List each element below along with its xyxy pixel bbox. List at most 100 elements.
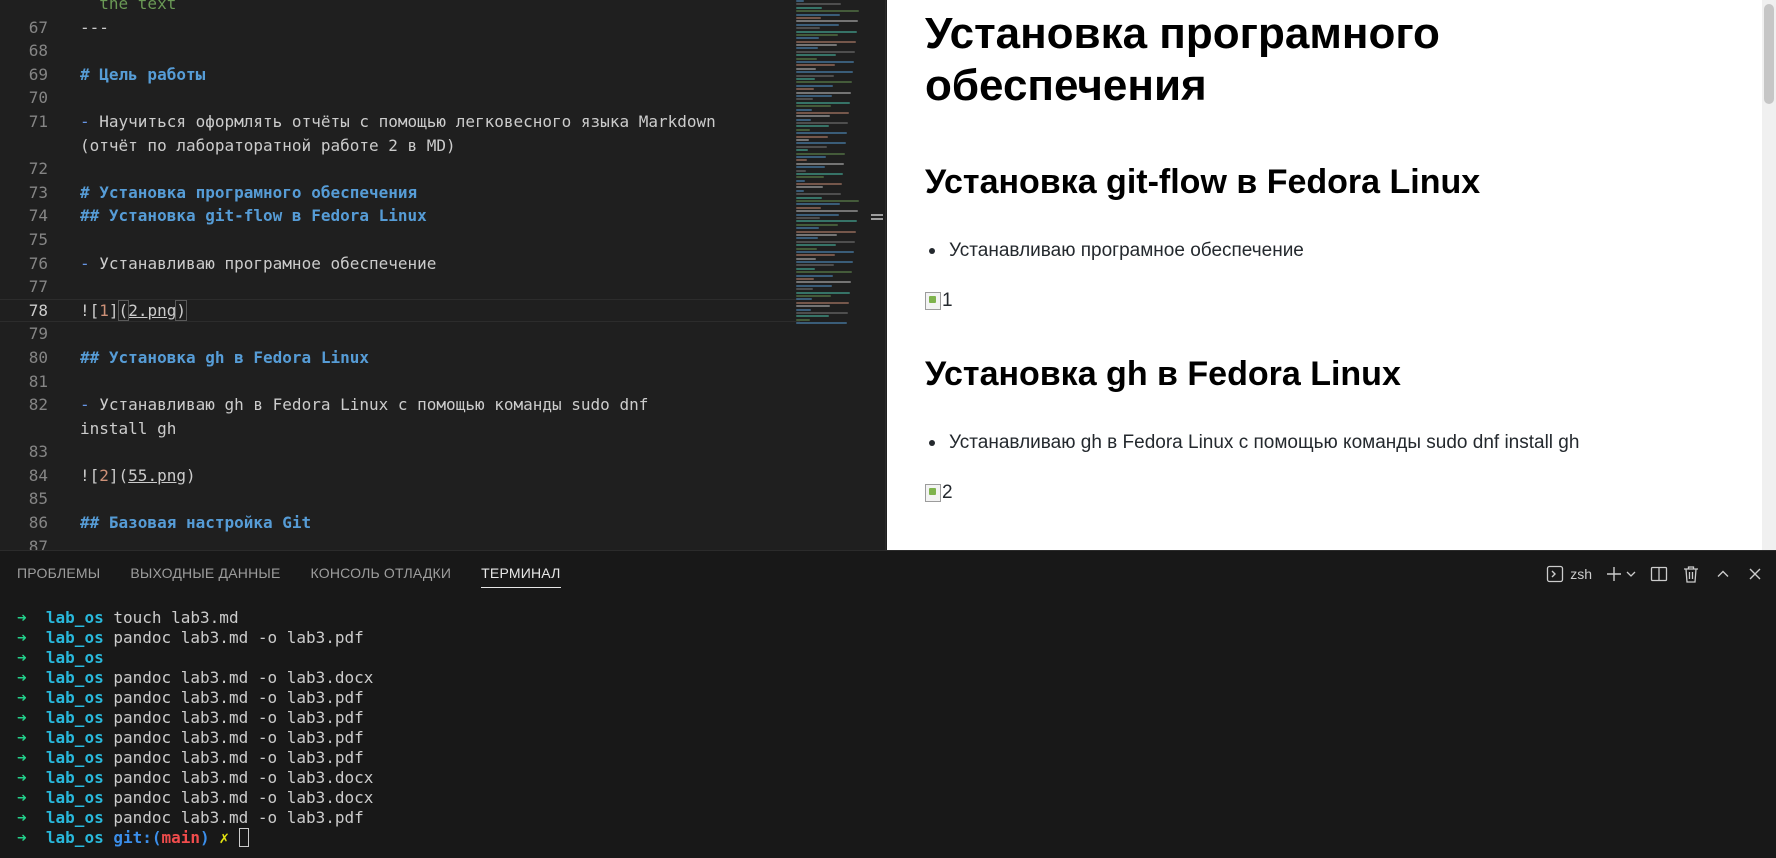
code-line[interactable]: 84 ![2](55.png) [0,464,800,488]
code-token: # Цель работы [80,64,206,84]
minimap-line [796,278,814,281]
prompt-dir: lab_os [45,648,104,667]
code-token: 1 [99,300,109,320]
terminal-icon [1546,565,1564,583]
plus-icon [1606,566,1622,582]
code-line[interactable]: 81 [0,370,800,394]
line-number: 78 [28,300,48,320]
minimap[interactable] [796,0,868,330]
code-line[interactable]: 79 [0,322,800,346]
code-token: 2.png [128,300,177,320]
maximize-panel-button[interactable] [1714,563,1732,585]
line-number: 83 [28,442,48,462]
minimap-line [796,217,820,219]
code-token: ![ [80,300,100,320]
markdown-preview: Установка програмного обеспечения Устано… [887,0,1776,550]
minimap-line [796,196,822,199]
code-line[interactable]: 80 ## Установка gh в Fedora Linux [0,346,800,370]
prompt-dir: lab_os [45,828,104,847]
code-line[interactable]: 83 [0,440,800,464]
minimap-line [796,223,838,226]
minimap-line [796,264,834,267]
code-line[interactable]: 86 ## Базовая настройка Git [0,511,800,535]
code-line[interactable]: 78 ![1](2.png) [0,299,800,323]
prompt-arrow: ➜ [17,688,27,707]
minimap-line [796,311,848,314]
code-token: Устанавливаю програмное обеспечение [89,253,437,273]
minimap-line [796,125,829,128]
shell-selector[interactable]: zsh [1546,563,1592,585]
code-line[interactable]: the text [0,0,800,16]
minimap-line [796,33,838,36]
markdown-editor[interactable]: the text 67 --- 68 69 # Цель работы 70 71- Науч… [0,0,887,550]
line-number: 82 [28,395,48,415]
code-token: - [80,111,90,131]
prompt-arrow: ➜ [17,648,27,667]
code-line[interactable]: 74 ## Установка git-flow в Fedora Linux [0,204,800,228]
prompt-arrow: ➜ [17,768,27,787]
line-number: 69 [28,64,48,84]
code-line[interactable]: 69 # Цель работы [0,63,800,87]
code-token: 2 [99,465,109,485]
minimap-line [796,128,810,131]
code-line[interactable]: 72 [0,157,800,181]
line-number: 72 [28,159,48,179]
preview-scrollbar[interactable] [1762,0,1776,550]
code-line[interactable]: 73 # Установка програмного обеспечения [0,181,800,205]
terminal-line: ➜ lab_os pandoc lab3.md -o lab3.docx [17,768,373,788]
code-line[interactable]: 77 [0,275,800,299]
broken-image-icon [925,484,941,502]
code-line[interactable]: 85 [0,487,800,511]
terminal-prompt-line[interactable]: ➜ lab_os git:(main) ✗ [17,828,373,848]
split-terminal-button[interactable] [1650,563,1668,585]
minimap-line [796,101,850,104]
code-token: the text [80,0,177,13]
code-line[interactable]: 87 [0,535,800,550]
terminal-line: ➜ lab_os pandoc lab3.md -o lab3.pdf [17,748,373,768]
minimap-line [796,169,806,172]
minimap-line [796,44,837,47]
minimap-line [796,244,836,247]
code-line[interactable]: 67 --- [0,16,800,40]
tab-terminal[interactable]: ТЕРМИНАЛ [481,565,561,588]
kill-terminal-button[interactable] [1682,563,1700,585]
preview-scrollbar-thumb[interactable] [1764,4,1774,104]
terminal-output[interactable]: ➜ lab_os touch lab3.md ➜ lab_os pandoc la… [17,608,373,848]
minimap-line [796,139,809,142]
minimap-line [796,88,814,91]
minimap-line [796,250,854,253]
line-number: 84 [28,465,48,485]
minimap-line [796,271,852,274]
prompt-arrow: ➜ [17,728,27,747]
preview-bullet: Устанавливаю програмное обеспечение [929,240,1304,261]
terminal-command: pandoc lab3.md -o lab3.pdf [113,728,364,747]
splitter-grip[interactable] [871,214,883,220]
minimap-line [796,118,811,121]
code-lines[interactable]: the text 67 --- 68 69 # Цель работы 70 71- Науч… [0,0,800,550]
code-line[interactable]: (отчёт по лабораторатной работе 2 в MD) [0,134,800,158]
minimap-line [796,274,833,277]
code-token: Устанавливаю gh в Fedora Linux с помощью… [89,395,649,415]
tab-debug-console[interactable]: КОНСОЛЬ ОТЛАДКИ [311,565,452,588]
prompt-arrow: ➜ [17,628,27,647]
minimap-line [796,301,849,304]
minimap-line [796,281,851,284]
pane-splitter[interactable] [868,0,886,550]
minimap-line [796,47,818,50]
code-line[interactable]: 75 [0,228,800,252]
tab-problems[interactable]: ПРОБЛЕМЫ [17,565,100,588]
minimap-line [796,179,805,182]
code-line[interactable]: 68 [0,39,800,63]
close-panel-button[interactable] [1746,563,1764,585]
minimap-line [796,308,811,311]
minimap-line [796,315,829,318]
code-line[interactable]: install gh [0,417,800,441]
terminal-cursor[interactable] [238,828,249,847]
tab-output[interactable]: ВЫХОДНЫЕ ДАННЫЕ [130,565,280,588]
line-number: 79 [28,324,48,344]
new-terminal-button[interactable] [1606,563,1636,585]
code-line[interactable]: 70 [0,86,800,110]
code-line[interactable]: 71 - Научиться оформлять отчёты с помощью… [0,110,800,134]
code-line[interactable]: 82 - Устанавливаю gh в Fedora Linux с пом… [0,393,800,417]
code-line[interactable]: 76 - Устанавливаю програмное обеспечение [0,252,800,276]
